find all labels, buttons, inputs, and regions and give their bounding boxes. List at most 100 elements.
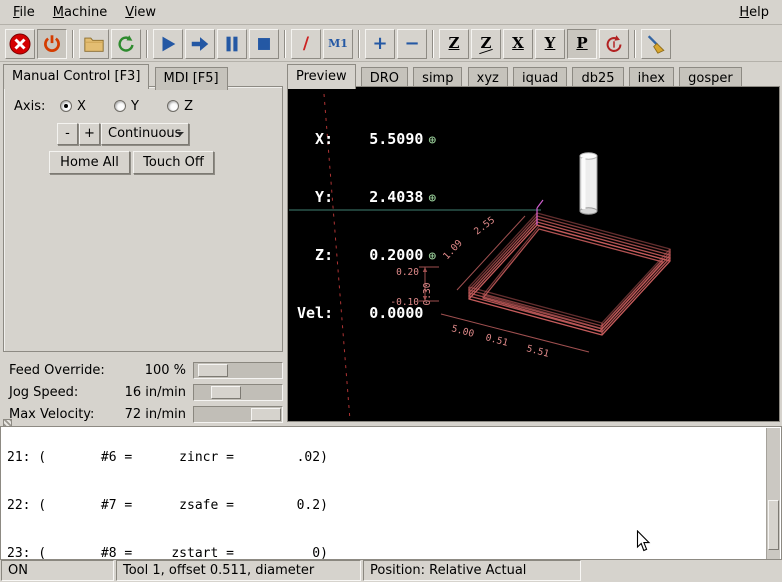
view-rotated-top-button[interactable]: Z [471, 29, 501, 59]
homed-icon: ⊕ [428, 249, 436, 264]
feed-override-label: Feed Override: [9, 363, 105, 378]
gcode-listing[interactable]: 21: ( #6 = zincr = .02) 22: ( #7 = zsafe… [0, 426, 782, 560]
letter-z-icon: Z [449, 36, 460, 51]
max-velocity-value: 72 in/min [103, 407, 186, 422]
gcode-scrollbar[interactable] [766, 428, 780, 559]
jog-speed-label: Jog Speed: [9, 385, 78, 400]
radio-x-label: X [77, 99, 86, 114]
radio-y-circle[interactable] [114, 100, 126, 112]
toggle-optional-stop-button[interactable]: M1 [323, 29, 353, 59]
feed-override-slider[interactable] [193, 362, 283, 379]
radio-z-circle[interactable] [167, 100, 179, 112]
feed-override-value: 100 % [103, 363, 186, 378]
slash-icon: / [303, 34, 309, 54]
max-velocity-handle[interactable] [251, 408, 281, 421]
view-top-button[interactable]: Z [439, 29, 469, 59]
machine-power-button[interactable] [37, 29, 67, 59]
feed-override-handle[interactable] [198, 364, 228, 377]
estop-button[interactable] [5, 29, 35, 59]
toolbar-separator [284, 30, 286, 58]
radio-y-label: Y [131, 99, 139, 114]
dim-label-x-max: 5.51 [525, 343, 550, 360]
gcode-lines: 21: ( #6 = zincr = .02) 22: ( #7 = zsafe… [7, 426, 781, 560]
rotate-view-button[interactable] [599, 29, 629, 59]
home-all-button[interactable]: Home All [49, 151, 130, 174]
toolbar-separator [432, 30, 434, 58]
gcode-line: 22: ( #7 = zsafe = 0.2) [7, 498, 781, 514]
clear-plot-button[interactable] [641, 29, 671, 59]
dro-row-x: X:5.5090⊕ [297, 130, 436, 150]
jog-speed-value: 16 in/min [103, 385, 186, 400]
reload-file-button[interactable] [111, 29, 141, 59]
zoom-out-button[interactable]: − [397, 29, 427, 59]
view-perspective-button[interactable]: P [567, 29, 597, 59]
power-icon [41, 33, 63, 55]
max-velocity-slider[interactable] [193, 406, 283, 423]
zoom-in-button[interactable]: + [365, 29, 395, 59]
pane-resize-grip[interactable] [3, 419, 12, 427]
max-velocity-label: Max Velocity: [9, 407, 94, 422]
letter-y-icon: Y [545, 36, 556, 51]
menu-file[interactable]: File [4, 2, 44, 23]
statusbar: ON Tool 1, offset 0.511, diameter 0.125 … [0, 560, 782, 582]
toolbar-separator [358, 30, 360, 58]
dim-label-y-size: 2.55 [472, 215, 497, 238]
dim-label-x-size: 5.00 [450, 323, 475, 340]
left-notebook-tabs: Manual Control [F3] MDI [F5] [3, 64, 229, 87]
axis-label: Axis: [14, 99, 45, 114]
step-arrow-icon [189, 33, 211, 55]
clear-plot-broom-icon [645, 33, 667, 55]
preview-frame: 0.20 0.30 -0.10 2.55 1.09 5.00 0.51 5.51 [287, 86, 780, 422]
step-line-button[interactable] [185, 29, 215, 59]
dim-label-x-min: 0.51 [484, 332, 509, 349]
open-file-button[interactable] [79, 29, 109, 59]
dro-row-vel: Vel:0.0000 [297, 304, 436, 323]
plus-icon: + [372, 35, 387, 53]
axis-radio-group: X Y Z [60, 99, 195, 114]
view-side-button[interactable]: X [503, 29, 533, 59]
dro-z-label: Z: [297, 246, 333, 265]
jog-minus-button[interactable]: - [57, 123, 78, 145]
play-icon [157, 33, 179, 55]
toggle-skip-lines-button[interactable]: / [291, 29, 321, 59]
jog-speed-handle[interactable] [211, 386, 241, 399]
jog-speed-row: Jog Speed: 16 in/min [3, 383, 284, 403]
jog-plus-button[interactable]: + [79, 123, 100, 145]
run-program-button[interactable] [153, 29, 183, 59]
menu-view[interactable]: View [116, 2, 165, 23]
axis-radio-y[interactable]: Y [114, 99, 145, 114]
position-mode-cell: Position: Relative Actual [363, 560, 581, 581]
tab-mdi[interactable]: MDI [F5] [155, 67, 228, 90]
gcode-scrollbar-thumb[interactable] [768, 500, 779, 550]
dro-row-y: Y:2.4038⊕ [297, 188, 436, 208]
minus-icon: − [404, 35, 419, 53]
stop-program-button[interactable] [249, 29, 279, 59]
tab-manual-control[interactable]: Manual Control [F3] [3, 64, 149, 89]
jog-mode-combobox[interactable]: Continuous [101, 123, 189, 145]
toolbar-separator [146, 30, 148, 58]
touch-off-button[interactable]: Touch Off [133, 151, 214, 174]
manual-control-panel: Axis: X Y Z - + Continuous Home All Touc… [3, 86, 283, 352]
pause-program-button[interactable] [217, 29, 247, 59]
toolbar: / M1 + − Z Z X Y P [0, 26, 782, 62]
radio-x-circle[interactable] [60, 100, 72, 112]
machine-state-cell: ON [1, 560, 114, 581]
jog-speed-slider[interactable] [193, 384, 283, 401]
toolbar-separator [634, 30, 636, 58]
axis-radio-x[interactable]: X [60, 99, 92, 114]
chevron-down-icon [176, 132, 184, 140]
mouse-cursor [636, 530, 652, 557]
pause-icon [221, 33, 243, 55]
tab-preview[interactable]: Preview [287, 64, 356, 89]
view-front-button[interactable]: Y [535, 29, 565, 59]
homed-icon: ⊕ [428, 191, 436, 206]
dro-x-value: 5.5090 [333, 130, 423, 149]
tool-info-cell: Tool 1, offset 0.511, diameter 0.125 [116, 560, 361, 581]
menu-help[interactable]: Help [730, 2, 778, 23]
jog-mode-value: Continuous [108, 126, 181, 141]
feed-override-row: Feed Override: 100 % [3, 361, 284, 381]
menu-machine[interactable]: Machine [44, 2, 116, 23]
axis-radio-z[interactable]: Z [167, 99, 195, 114]
preview-canvas[interactable]: 0.20 0.30 -0.10 2.55 1.09 5.00 0.51 5.51 [289, 88, 778, 420]
max-velocity-row: Max Velocity: 72 in/min [3, 405, 284, 425]
